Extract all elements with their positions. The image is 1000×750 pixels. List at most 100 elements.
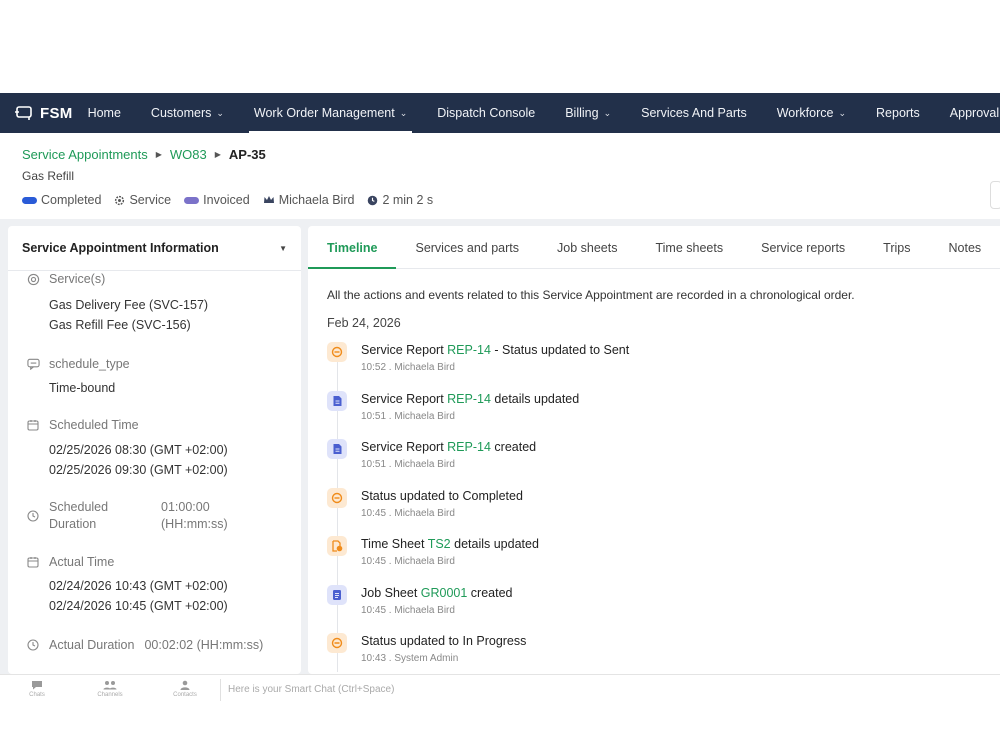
smart-chat-input[interactable]: Here is your Smart Chat (Ctrl+Space) bbox=[228, 684, 394, 695]
tab-bar: Timeline Services and parts Job sheets T… bbox=[308, 226, 1000, 269]
tab-timeline[interactable]: Timeline bbox=[308, 241, 398, 269]
crown-icon bbox=[263, 195, 275, 205]
footer-divider bbox=[220, 679, 221, 701]
footer-bar: Chats Channels Contacts Here is your Sma… bbox=[0, 674, 1000, 705]
field-label: schedule_type bbox=[26, 357, 291, 371]
report-icon bbox=[327, 390, 347, 411]
timeline-event-title: Status updated to Completed bbox=[361, 489, 523, 503]
nav-approval-tasks[interactable]: Approval Tasks bbox=[935, 93, 1000, 133]
schedule-type-icon bbox=[26, 358, 40, 370]
scheduled-duration-value: 01:00:00 (HH:mm:ss) bbox=[161, 499, 228, 533]
schedule-type-value: Time-bound bbox=[49, 381, 116, 395]
nav-billing-label: Billing bbox=[565, 106, 599, 120]
timeline-event: Service Report REP-14 created 10:51 . Mi… bbox=[327, 437, 987, 486]
channels-button[interactable]: Channels bbox=[90, 680, 130, 698]
status-row: Completed Service Invoiced Michaela Bird… bbox=[22, 193, 446, 207]
type-label: Service bbox=[129, 193, 172, 207]
record-header: Service Appointments ▶ WO83 ▶ AP-35 Gas … bbox=[0, 133, 1000, 219]
scheduled-duration-label: Scheduled Duration bbox=[49, 499, 161, 533]
info-panel-header[interactable]: Service Appointment Information ▼ bbox=[8, 226, 301, 271]
tab-service-reports[interactable]: Service reports bbox=[761, 241, 845, 268]
nav-dispatch-console-label: Dispatch Console bbox=[437, 106, 536, 120]
service-item: Gas Refill Fee (SVC-156) bbox=[49, 318, 191, 332]
timeline-event-meta: 10:45 . Michaela Bird bbox=[361, 604, 455, 616]
app-name: FSM bbox=[40, 104, 73, 122]
report-icon bbox=[327, 439, 347, 459]
event-text: details updated bbox=[490, 391, 580, 406]
timeline-event: Service Report REP-14 details updated 10… bbox=[327, 389, 987, 438]
top-navbar: FSM Home Customers ⌄ Work Order Managemen… bbox=[0, 93, 1000, 133]
scheduled-end: 02/25/2026 09:30 (GMT +02:00) bbox=[49, 463, 228, 477]
event-ref-link[interactable]: REP-14 bbox=[447, 440, 491, 454]
nav-customers-label: Customers bbox=[150, 106, 212, 120]
timeline-event-title: Service Report REP-14 details updated bbox=[361, 392, 579, 406]
tab-time-sheets[interactable]: Time sheets bbox=[655, 241, 723, 268]
event-text: details updated bbox=[450, 537, 539, 551]
chats-button[interactable]: Chats bbox=[17, 680, 57, 698]
event-text: Service Report bbox=[361, 440, 448, 454]
timeline-event-title: Time Sheet TS2 details updated bbox=[361, 537, 539, 551]
chat-icon bbox=[31, 680, 43, 692]
timeline-event: Status updated to Completed 10:45 . Mich… bbox=[327, 486, 987, 535]
timeline-event-title: Service Report REP-14 - Status updated t… bbox=[361, 343, 629, 357]
timeline-list: Service Report REP-14 - Status updated t… bbox=[327, 340, 987, 674]
scheduled-duration-value-line: 01:00:00 bbox=[161, 500, 210, 514]
field-label: Actual Duration 00:02:02 (HH:mm:ss) bbox=[26, 638, 291, 652]
actual-duration-label: Actual Duration bbox=[49, 638, 135, 652]
timeline-event-meta: 10:51 . Michaela Bird bbox=[361, 410, 455, 422]
event-text: created bbox=[490, 440, 537, 454]
chats-label: Chats bbox=[29, 692, 45, 698]
field-actual-duration: Actual Duration 00:02:02 (HH:mm:ss) bbox=[26, 638, 291, 652]
nav-services-and-parts-label: Services And Parts bbox=[641, 106, 747, 120]
event-text: - Status updated to Sent bbox=[490, 343, 630, 357]
timeline-event: Time Sheet TS2 details updated 10:45 . M… bbox=[327, 534, 987, 583]
nav-services-and-parts[interactable]: Services And Parts bbox=[626, 93, 762, 133]
billing-pill-icon bbox=[184, 196, 200, 204]
nav-customers[interactable]: Customers ⌄ bbox=[136, 93, 239, 133]
nav-home[interactable]: Home bbox=[73, 93, 136, 133]
timeline-intro: All the actions and events related to th… bbox=[327, 288, 855, 302]
event-ref-link[interactable]: REP-14 bbox=[447, 392, 491, 406]
tab-notes[interactable]: Notes bbox=[949, 241, 982, 268]
timeline-date: Feb 24, 2026 bbox=[327, 316, 401, 330]
services-icon bbox=[26, 273, 40, 286]
nav-billing[interactable]: Billing ⌄ bbox=[550, 93, 626, 133]
scheduled-duration-label-line: Scheduled bbox=[49, 500, 109, 514]
event-ref-link[interactable]: GR0001 bbox=[421, 586, 468, 600]
nav-workforce-label: Workforce bbox=[776, 106, 834, 120]
breadcrumb-current-record: AP-35 bbox=[228, 147, 266, 162]
gear-icon bbox=[114, 195, 125, 206]
breadcrumb-work-order[interactable]: WO83 bbox=[170, 147, 207, 162]
channels-icon bbox=[103, 680, 117, 692]
app-logo[interactable]: FSM bbox=[0, 105, 73, 122]
header-action-button[interactable] bbox=[990, 181, 1000, 209]
contacts-label: Contacts bbox=[173, 692, 197, 698]
contacts-button[interactable]: Contacts bbox=[165, 680, 205, 698]
chevron-down-icon: ⌄ bbox=[603, 107, 612, 118]
caret-down-icon[interactable]: ▼ bbox=[279, 244, 287, 253]
breadcrumb: Service Appointments ▶ WO83 ▶ AP-35 bbox=[22, 147, 266, 162]
nav-work-order-management[interactable]: Work Order Management ⌄ bbox=[239, 93, 422, 133]
tab-trips[interactable]: Trips bbox=[883, 241, 910, 268]
schedule-type-label: schedule_type bbox=[49, 357, 130, 371]
nav-dispatch-console[interactable]: Dispatch Console bbox=[422, 93, 550, 133]
timeline-event-meta: 10:52 . Michaela Bird bbox=[361, 362, 455, 373]
breadcrumb-service-appointments[interactable]: Service Appointments bbox=[22, 147, 148, 162]
event-text: Service Report bbox=[361, 343, 448, 357]
billing-badge: Invoiced bbox=[184, 193, 250, 207]
event-text: Status updated to Completed bbox=[361, 488, 523, 503]
tab-services-and-parts[interactable]: Services and parts bbox=[415, 241, 519, 268]
event-ref-link[interactable]: REP-14 bbox=[447, 343, 491, 357]
event-text: created bbox=[467, 585, 513, 600]
timeline-event-meta: 10:45 . Michaela Bird bbox=[361, 507, 455, 519]
nav-workforce[interactable]: Workforce ⌄ bbox=[762, 93, 861, 133]
info-panel: Service Appointment Information ▼ Servic… bbox=[8, 226, 301, 674]
services-label: Service(s) bbox=[49, 272, 106, 286]
tab-job-sheets[interactable]: Job sheets bbox=[557, 241, 617, 268]
chevron-right-icon: ▶ bbox=[155, 150, 162, 159]
status-label: Completed bbox=[41, 193, 102, 207]
owner-name: Michaela Bird bbox=[278, 193, 355, 207]
nav-reports[interactable]: Reports bbox=[861, 93, 935, 133]
chevron-down-icon: ⌄ bbox=[838, 107, 847, 118]
event-ref-link[interactable]: TS2 bbox=[428, 537, 451, 551]
